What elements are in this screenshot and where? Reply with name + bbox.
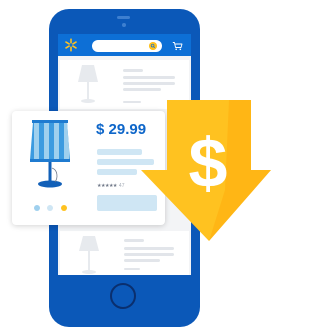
home-button[interactable]	[110, 283, 136, 309]
list-item-rating	[123, 101, 141, 103]
list-item-text	[123, 88, 161, 91]
cart-icon[interactable]	[172, 41, 183, 51]
rating-count: 47	[118, 183, 125, 189]
list-item-text	[123, 76, 175, 79]
list-item-text	[124, 247, 174, 250]
list-item-text	[123, 82, 175, 85]
spark-logo-icon	[65, 38, 77, 52]
star-rating-icon: ★★★★★	[97, 183, 117, 189]
color-swatch[interactable]	[34, 205, 40, 211]
lamp-icon	[30, 120, 70, 188]
list-item-rating	[124, 268, 140, 270]
phone-camera	[122, 23, 126, 27]
list-item-text	[124, 253, 174, 256]
color-swatch[interactable]	[47, 205, 53, 211]
search-icon[interactable]	[149, 42, 157, 50]
dollar-icon: $	[188, 124, 228, 202]
product-price: $ 29.99	[96, 121, 147, 138]
list-item-text	[124, 259, 160, 262]
list-item-title	[123, 69, 143, 72]
phone-speaker	[117, 16, 130, 19]
lamp-icon	[79, 236, 99, 274]
product-rating: ★★★★★ 47	[97, 183, 124, 189]
product-title-bar	[97, 149, 142, 155]
color-swatch[interactable]	[61, 205, 67, 211]
product-title-bar	[97, 169, 137, 175]
lamp-icon	[78, 65, 98, 103]
